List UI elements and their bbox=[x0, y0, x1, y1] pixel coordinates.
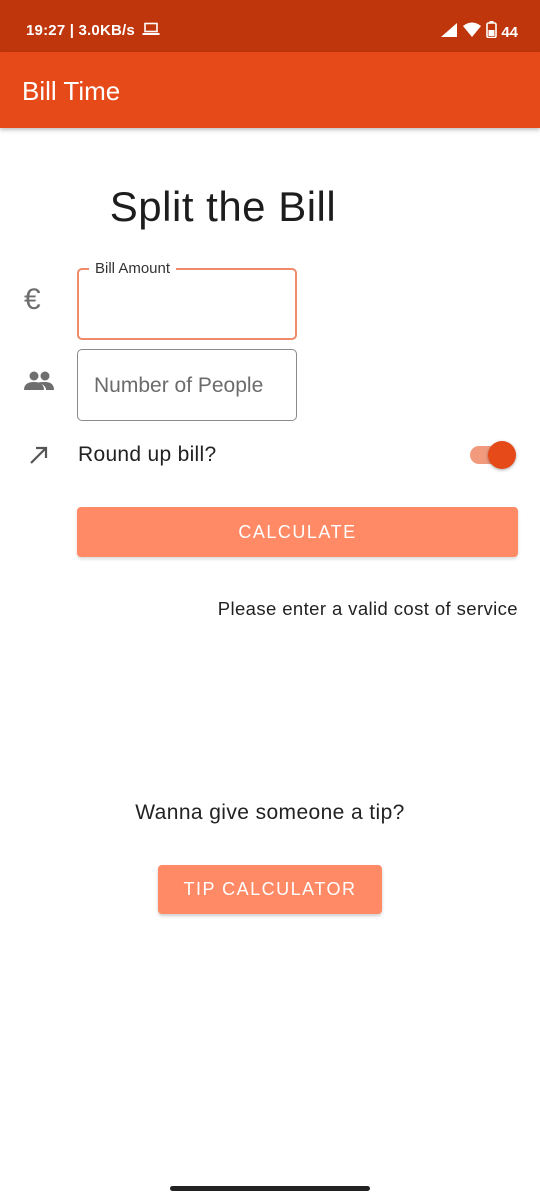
app-title: Bill Time bbox=[22, 76, 121, 106]
calculate-button[interactable]: CALCULATE bbox=[77, 507, 518, 557]
status-time: 19:27 bbox=[26, 22, 66, 39]
people-icon bbox=[24, 370, 54, 397]
status-separator: | bbox=[69, 22, 79, 39]
page-title: Split the Bill bbox=[109, 183, 337, 230]
bill-amount-label: Bill Amount bbox=[89, 260, 177, 277]
bill-amount-input[interactable] bbox=[89, 286, 284, 322]
status-left: 19:27 | 3.0KB/s bbox=[26, 22, 160, 40]
tip-calculator-button[interactable]: TIP CALCULATOR bbox=[158, 865, 382, 914]
home-indicator[interactable] bbox=[170, 1186, 370, 1191]
wifi-icon bbox=[462, 22, 482, 43]
network-speed: 3.0KB/s bbox=[78, 22, 135, 39]
battery-level: 44 bbox=[501, 23, 518, 41]
battery-icon bbox=[486, 21, 498, 43]
arrow-up-right-icon bbox=[28, 444, 50, 471]
switch-thumb bbox=[488, 441, 516, 469]
round-up-label: Round up bill? bbox=[78, 443, 217, 466]
result-message: Please enter a valid cost of service bbox=[217, 598, 518, 619]
status-bar: 19:27 | 3.0KB/s 44 bbox=[0, 0, 540, 52]
signal-icon bbox=[440, 22, 458, 43]
euro-icon: € bbox=[24, 283, 41, 316]
laptop-icon bbox=[142, 22, 160, 40]
bill-amount-field[interactable]: Bill Amount bbox=[77, 260, 297, 340]
people-input[interactable] bbox=[94, 368, 289, 404]
app-bar: Bill Time bbox=[0, 52, 540, 128]
people-field[interactable] bbox=[77, 349, 297, 421]
round-up-switch[interactable] bbox=[468, 441, 516, 469]
tip-question: Wanna give someone a tip? bbox=[135, 801, 405, 824]
status-right: 44 bbox=[440, 21, 518, 43]
